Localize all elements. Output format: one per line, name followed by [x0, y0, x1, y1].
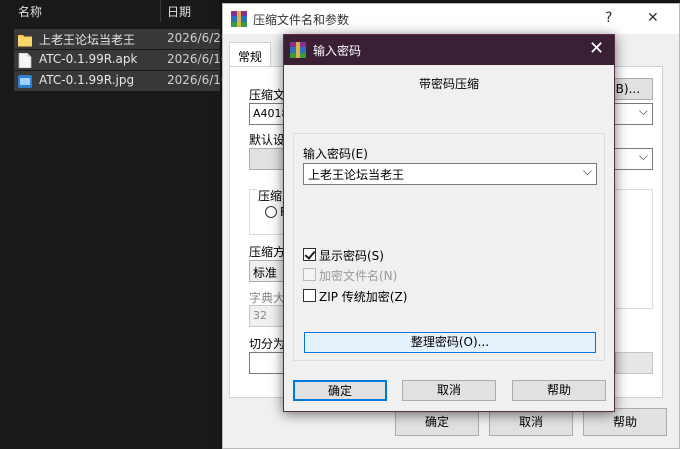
split-volumes-label: 切分为	[249, 337, 286, 351]
dictionary-label: 字典大	[249, 291, 286, 305]
file-icon	[18, 53, 32, 68]
window-title: 压缩文件名和参数	[253, 13, 350, 27]
file-date: 2026/6/10	[167, 73, 222, 87]
archive-name-dropdown[interactable]	[614, 103, 653, 125]
zip-legacy-checkbox[interactable]	[303, 289, 316, 302]
dialog-title-bar[interactable]: 输入密码 ✕	[284, 35, 614, 65]
file-name: ATC-0.1.99R.jpg	[39, 73, 135, 87]
encrypt-filenames-label[interactable]: 加密文件名(N)	[319, 267, 397, 284]
file-row[interactable]: ATC-0.1.99R.jpg 2026/6/10	[14, 71, 222, 91]
help-icon[interactable]: ?	[605, 10, 612, 26]
password-dialog: 输入密码 ✕ 带密码压缩 输入密码(E) 上老王论坛当老王 显示密码(S) 加密…	[283, 34, 615, 412]
format-radio[interactable]	[265, 206, 277, 218]
file-row[interactable]: ATC-0.1.99R.apk 2026/6/10	[14, 50, 222, 70]
file-row[interactable]: 上老王论坛当老王 2026/6/29	[14, 29, 222, 49]
zip-legacy-label[interactable]: ZIP 传统加密(Z)	[319, 288, 407, 305]
organize-passwords-button[interactable]: 整理密码(O)...	[304, 332, 596, 353]
dialog-ok-button[interactable]: 确定	[293, 380, 387, 401]
close-icon[interactable]: ✕	[647, 10, 659, 26]
file-date: 2026/6/10	[167, 52, 222, 66]
archive-name-label: 压缩文	[249, 88, 286, 102]
method-label: 压缩方	[249, 245, 286, 259]
set-password-button[interactable]	[615, 352, 653, 374]
file-name: 上老王论坛当老王	[39, 33, 136, 47]
folder-icon	[18, 35, 32, 47]
column-separator[interactable]	[160, 0, 161, 22]
options-group	[614, 189, 653, 309]
update-mode-dropdown[interactable]	[614, 148, 653, 170]
show-password-checkbox[interactable]	[303, 248, 316, 261]
dialog-cancel-button[interactable]: 取消	[402, 380, 496, 401]
dialog-title: 输入密码	[313, 44, 362, 58]
close-icon[interactable]: ✕	[589, 38, 604, 59]
format-group-label: 压缩	[257, 187, 284, 204]
dialog-heading: 带密码压缩	[418, 77, 479, 91]
password-field[interactable]: 上老王论坛当老王	[303, 163, 597, 185]
title-bar[interactable]: 压缩文件名和参数 ? ✕	[223, 4, 679, 34]
column-name-header[interactable]: 名称	[18, 3, 42, 20]
password-label: 输入密码(E)	[303, 147, 368, 161]
encrypt-filenames-checkbox[interactable]	[303, 268, 316, 281]
winrar-icon	[231, 11, 247, 27]
winrar-icon	[290, 42, 306, 58]
help-button[interactable]: 帮助	[583, 408, 667, 436]
password-group: 输入密码(E) 上老王论坛当老王 显示密码(S) 加密文件名(N) ZIP 传统…	[293, 133, 605, 361]
image-icon	[18, 75, 32, 88]
file-name: ATC-0.1.99R.apk	[39, 52, 138, 66]
ok-button[interactable]: 确定	[395, 408, 479, 436]
dialog-help-button[interactable]: 帮助	[512, 380, 606, 401]
file-date: 2026/6/29	[167, 31, 222, 45]
default-profile-label: 默认设	[249, 133, 286, 147]
cancel-button[interactable]: 取消	[489, 408, 573, 436]
tab-general[interactable]: 常规	[229, 42, 271, 68]
column-date-header[interactable]: 日期	[167, 3, 191, 20]
show-password-label[interactable]: 显示密码(S)	[319, 247, 384, 264]
